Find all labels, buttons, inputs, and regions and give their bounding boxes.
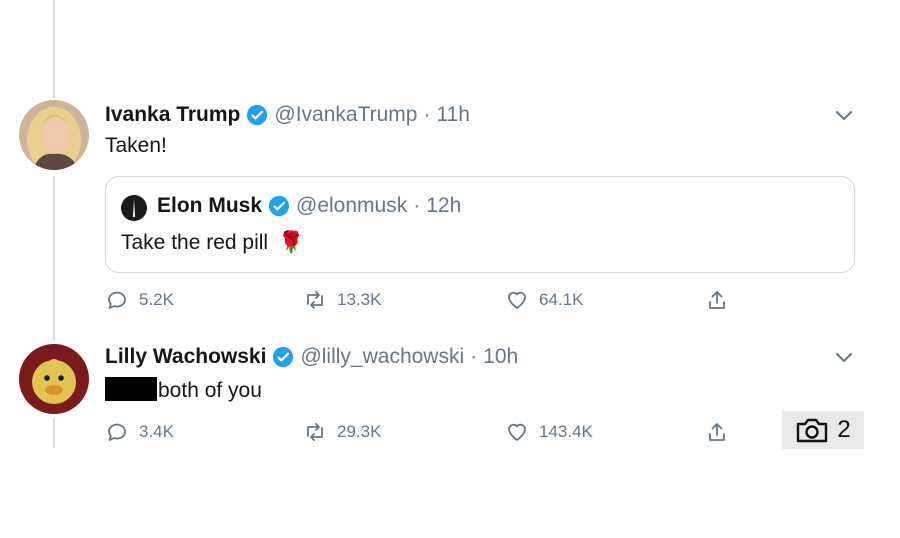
- thread-line-top: [53, 0, 55, 98]
- tweet2-header: Lilly Wachowski @lilly_wachowski · 10h: [105, 345, 518, 369]
- tweet1-reply-count: 5.2K: [139, 290, 174, 309]
- quote-handle[interactable]: @elonmusk: [296, 194, 407, 218]
- tweet2-timestamp[interactable]: 10h: [483, 345, 518, 369]
- share-icon: [709, 291, 725, 309]
- tweet2-retweet-count: 29.3K: [337, 422, 382, 441]
- like-icon: [508, 291, 526, 309]
- tweet2-like-count: 143.4K: [539, 422, 593, 441]
- retweet-icon: [307, 291, 323, 309]
- thread-line-middle: [53, 176, 55, 340]
- tweet2-text: both of you: [158, 379, 262, 402]
- tweet2-share-button[interactable]: [705, 417, 739, 447]
- share-icon: [709, 423, 725, 441]
- tweet1-author-name[interactable]: Ivanka Trump: [105, 103, 240, 127]
- reply-icon: [108, 291, 126, 309]
- quote-author-name[interactable]: Elon Musk: [157, 194, 262, 218]
- tweet1-reply-button[interactable]: 5.2K: [105, 285, 174, 315]
- tweet1-handle[interactable]: @IvankaTrump: [274, 103, 417, 127]
- tweet2-separator: ·: [470, 345, 478, 368]
- tweet1-share-button[interactable]: [705, 285, 739, 315]
- quoted-tweet-card[interactable]: Elon Musk @elonmusk · 12h Take the red p…: [105, 176, 855, 273]
- avatar-ivanka[interactable]: [19, 100, 89, 170]
- tweet1-header: Ivanka Trump @IvankaTrump · 11h: [105, 103, 470, 127]
- chevron-down-icon[interactable]: [833, 346, 855, 368]
- camera-icon: [797, 418, 828, 443]
- thread-line-bottom: [53, 418, 55, 448]
- tweet1-separator: ·: [423, 103, 431, 126]
- camera-counter[interactable]: 2: [782, 411, 864, 449]
- camera-count: 2: [837, 416, 851, 443]
- avatar-lilly[interactable]: [19, 344, 89, 414]
- tweet2-like-button[interactable]: 143.4K: [505, 417, 593, 447]
- tweet2-text-row: both of you: [105, 377, 262, 403]
- quote-header: Elon Musk @elonmusk · 12h: [157, 194, 461, 218]
- quote-avatar: [121, 195, 147, 221]
- verified-badge-icon: [272, 346, 294, 368]
- retweet-icon: [307, 423, 323, 441]
- quote-text: Take the red pill: [121, 231, 269, 254]
- tweet2-handle[interactable]: @lilly_wachowski: [300, 345, 464, 369]
- quote-separator: ·: [413, 194, 421, 217]
- tweet1-retweet-button[interactable]: 13.3K: [303, 285, 381, 315]
- tweet2-author-name[interactable]: Lilly Wachowski: [105, 345, 266, 369]
- tweet1-like-count: 64.1K: [539, 290, 584, 309]
- tweet1-timestamp[interactable]: 11h: [436, 103, 469, 127]
- tweet1-actions: 5.2K 13.3K 64.1K: [105, 285, 745, 315]
- like-icon: [508, 423, 526, 441]
- redaction-block: [105, 377, 157, 401]
- reply-icon: [108, 423, 126, 441]
- tweet2-actions: 3.4K 29.3K 143.4K: [105, 417, 745, 447]
- quote-timestamp[interactable]: 12h: [426, 194, 461, 218]
- verified-badge-icon: [268, 195, 290, 217]
- tweet1-like-button[interactable]: 64.1K: [505, 285, 583, 315]
- chevron-down-icon[interactable]: [833, 104, 855, 126]
- tweet1-text: Taken!: [105, 134, 167, 157]
- tweet1-retweet-count: 13.3K: [337, 290, 382, 309]
- verified-badge-icon: [246, 104, 268, 126]
- tweet2-reply-button[interactable]: 3.4K: [105, 417, 174, 447]
- tweet2-reply-count: 3.4K: [139, 422, 174, 441]
- quote-text-row: Take the red pill 🌹: [121, 231, 304, 255]
- rose-emoji: 🌹: [277, 231, 305, 254]
- tweet2-retweet-button[interactable]: 29.3K: [303, 417, 381, 447]
